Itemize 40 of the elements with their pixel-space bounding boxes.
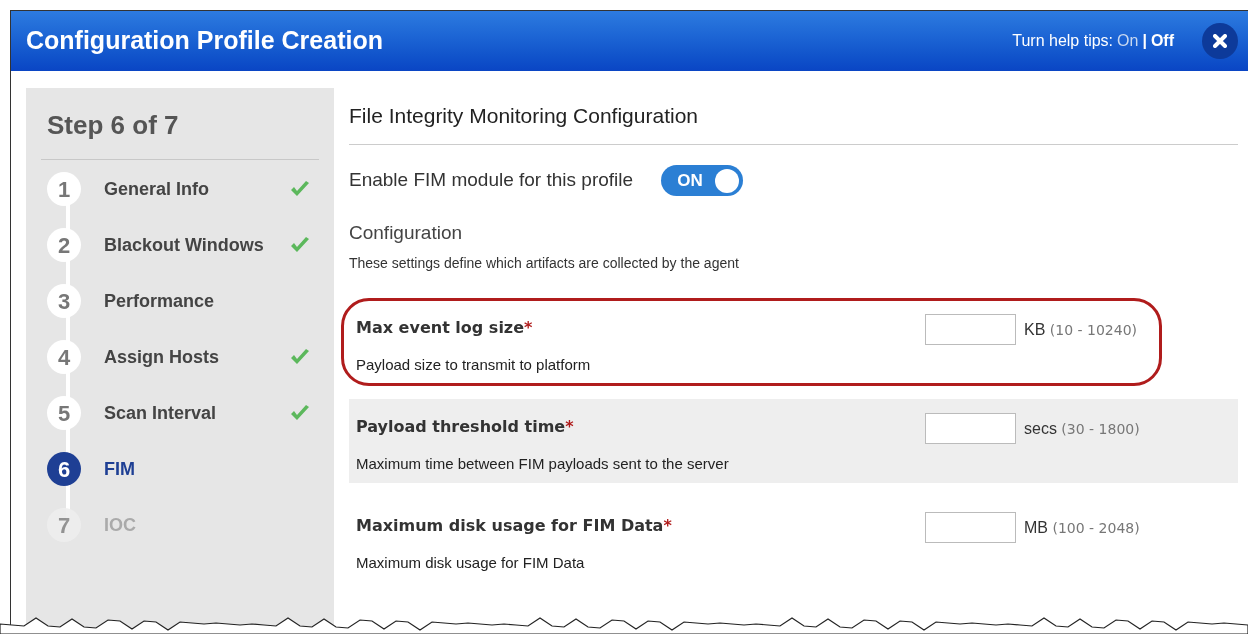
sidebar-title: Step 6 of 7 bbox=[41, 106, 319, 160]
field-description: Maximum disk usage for FIM Data bbox=[356, 553, 586, 573]
step-number: 3 bbox=[47, 284, 81, 318]
checkmark-icon bbox=[289, 348, 311, 366]
field-description: Payload size to transmit to platform bbox=[356, 355, 591, 375]
field-label: Max event log size* bbox=[356, 317, 534, 339]
help-tips-label: Turn help tips: bbox=[1012, 31, 1114, 51]
separator: | bbox=[1142, 31, 1147, 51]
field-description: Maximum time between FIM payloads sent to the server bbox=[356, 454, 729, 474]
step-label[interactable]: FIM bbox=[104, 455, 135, 483]
step-number: 7 bbox=[47, 508, 81, 542]
window-title: Configuration Profile Creation bbox=[26, 25, 383, 57]
help-tips-option[interactable]: Off bbox=[1150, 29, 1174, 53]
step-label[interactable]: Performance bbox=[104, 287, 215, 315]
checkmark-icon bbox=[289, 404, 311, 422]
checkmark-icon bbox=[289, 180, 311, 198]
step-label[interactable]: Blackout Windows bbox=[104, 231, 264, 259]
configuration-subtitle: These settings define which artifacts are collected by the agent bbox=[349, 254, 740, 273]
toggle-switch[interactable]: ON bbox=[661, 165, 744, 196]
step-number: 6 bbox=[47, 452, 81, 486]
step-label[interactable]: Scan Interval bbox=[104, 399, 217, 427]
step-number: 5 bbox=[47, 396, 81, 430]
step-number: 2 bbox=[47, 228, 81, 262]
close-button[interactable] bbox=[1202, 23, 1238, 59]
help-tips-option[interactable]: On bbox=[1117, 29, 1139, 53]
section-heading: File Integrity Monitoring Configuration bbox=[349, 88, 1238, 145]
field-label: Maximum disk usage for FIM Data* bbox=[356, 515, 672, 537]
input-field[interactable] bbox=[925, 512, 1016, 543]
field-label: Payload threshold time* bbox=[356, 416, 575, 438]
unit-label: KB (10 - 10240) bbox=[1024, 319, 1136, 340]
step-label[interactable]: Assign Hosts bbox=[104, 343, 220, 371]
step-number: 4 bbox=[47, 340, 81, 374]
enable-label: Enable FIM module for this profile bbox=[349, 168, 634, 193]
input-field[interactable] bbox=[925, 314, 1016, 345]
close-icon bbox=[1213, 34, 1227, 48]
step-label[interactable]: General Info bbox=[104, 175, 210, 203]
step-number: 1 bbox=[47, 172, 81, 206]
input-field[interactable] bbox=[925, 413, 1016, 444]
checkmark-icon bbox=[289, 236, 311, 254]
configuration-heading: Configuration bbox=[349, 220, 464, 245]
